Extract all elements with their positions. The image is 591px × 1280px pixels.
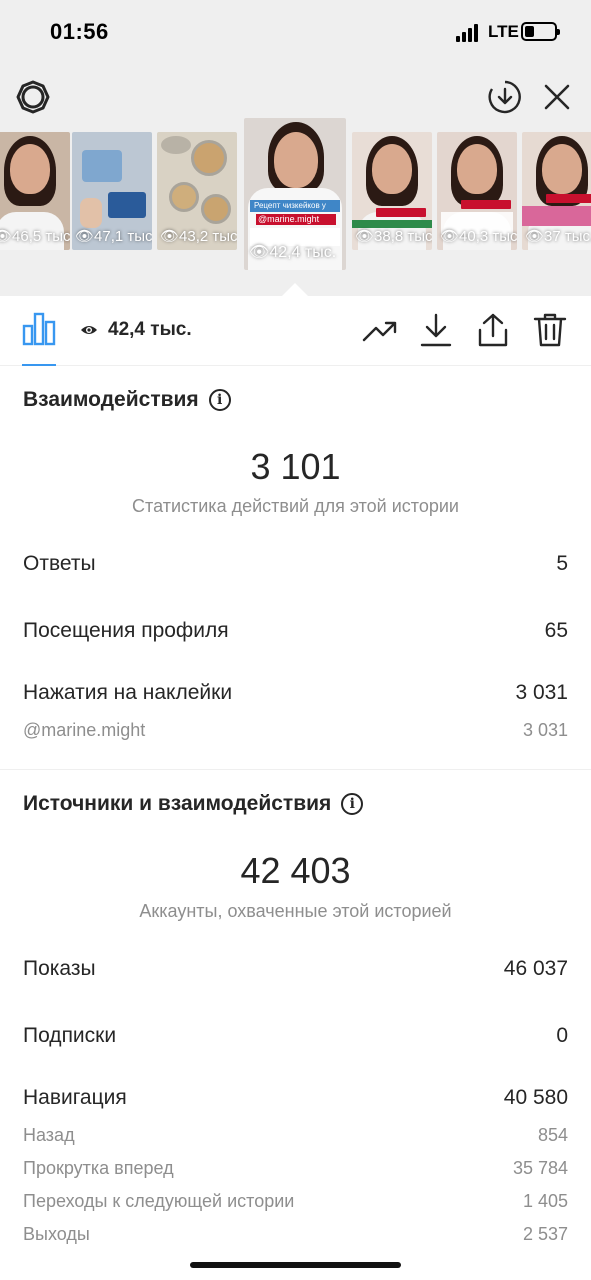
download-button[interactable] bbox=[418, 312, 454, 348]
trend-up-icon bbox=[362, 321, 397, 342]
story-thumbnail[interactable]: 👁46,5 тыс. bbox=[0, 132, 70, 250]
stat-row-sticker-taps: Нажатия на наклейки 3 031 bbox=[23, 681, 568, 705]
stat-label: @marine.might bbox=[23, 720, 146, 740]
thumbnail-views: 43,2 тыс. bbox=[179, 228, 237, 245]
stat-value: 40 580 bbox=[503, 1086, 568, 1109]
discovery-caption: Аккаунты, охваченные этой историей bbox=[139, 901, 452, 921]
story-thumbnail[interactable]: 👁37 тыс. bbox=[522, 132, 591, 250]
stat-label: Подписки bbox=[23, 1024, 117, 1047]
stat-row-impressions: Показы 46 037 bbox=[23, 957, 568, 981]
thumbnail-views: 40,3 тыс. bbox=[459, 228, 517, 245]
share-icon bbox=[478, 313, 508, 347]
signal-icon bbox=[456, 24, 482, 42]
stat-value: 3 031 bbox=[522, 720, 568, 740]
stat-value: 854 bbox=[537, 1125, 568, 1145]
download-circle-icon bbox=[488, 80, 521, 114]
stat-label: Посещения профиля bbox=[23, 619, 229, 642]
stat-row-follows: Подписки 0 bbox=[23, 1024, 568, 1048]
stat-row-replies: Ответы 5 bbox=[23, 552, 568, 576]
thumbnail-views: 38,8 тыс. bbox=[374, 228, 432, 245]
stat-label: Показы bbox=[23, 957, 96, 980]
bar-chart-icon bbox=[22, 312, 56, 346]
insights-tab[interactable] bbox=[22, 312, 56, 346]
thumbnail-views: 42,4 тыс. bbox=[269, 244, 337, 261]
active-story-pointer bbox=[282, 283, 308, 296]
info-icon[interactable]: i bbox=[208, 389, 231, 411]
stat-value: 1 405 bbox=[522, 1191, 568, 1211]
stat-label: Нажатия на наклейки bbox=[23, 681, 233, 704]
stat-label: Назад bbox=[23, 1125, 75, 1145]
eye-icon: 👁 bbox=[525, 228, 545, 245]
story-thumbnail[interactable]: 👁43,2 тыс. bbox=[157, 132, 237, 250]
eye-icon: 👁 bbox=[440, 228, 460, 245]
thumbnail-views: 46,5 тыс. bbox=[12, 228, 70, 245]
story-mention-tag: @marine.might bbox=[258, 214, 320, 224]
battery-icon bbox=[521, 22, 560, 41]
trash-icon bbox=[533, 313, 567, 347]
stat-label: Выходы bbox=[23, 1224, 90, 1244]
discovery-total: 42 403 bbox=[240, 850, 351, 891]
interactions-caption: Статистика действий для этой истории bbox=[132, 496, 459, 516]
delete-button[interactable] bbox=[532, 312, 568, 348]
section-divider bbox=[0, 769, 591, 770]
eye-icon: 👁 bbox=[355, 228, 375, 245]
discovery-header: Источники и взаимодействия i bbox=[23, 792, 364, 816]
stat-value: 35 784 bbox=[512, 1158, 568, 1178]
status-bar: 01:56 LTE bbox=[0, 0, 591, 66]
eye-icon: 👁 bbox=[249, 244, 270, 261]
stat-label: Прокрутка вперед bbox=[23, 1158, 174, 1178]
story-carousel-area: 01:56 LTE 👁46,5 тыс. 👁47,1 тыс. 👁43,2 ты… bbox=[0, 0, 591, 296]
share-button[interactable] bbox=[475, 312, 511, 348]
stat-row-navigation: Навигация 40 580 bbox=[23, 1086, 568, 1110]
stat-subrow-exits: Выходы 2 537 bbox=[23, 1224, 568, 1245]
stat-value: 65 bbox=[544, 619, 568, 642]
stat-value: 46 037 bbox=[503, 957, 568, 980]
stat-value: 5 bbox=[556, 552, 568, 575]
settings-button[interactable] bbox=[14, 78, 52, 116]
home-indicator[interactable] bbox=[190, 1262, 401, 1268]
stat-value: 0 bbox=[556, 1024, 568, 1047]
interactions-header: Взаимодействия i bbox=[23, 388, 231, 412]
interactions-total: 3 101 bbox=[250, 446, 341, 487]
story-thumbnails: 👁46,5 тыс. 👁47,1 тыс. 👁43,2 тыс. Рецепт … bbox=[0, 118, 591, 298]
stat-value: 3 031 bbox=[515, 681, 568, 704]
stat-subrow-back: Назад 854 bbox=[23, 1125, 568, 1146]
story-thumbnail[interactable]: 👁40,3 тыс. bbox=[437, 132, 517, 250]
active-tab-indicator bbox=[22, 364, 56, 366]
download-icon bbox=[420, 313, 452, 347]
gear-icon bbox=[16, 80, 50, 114]
promote-button[interactable] bbox=[362, 312, 398, 348]
close-icon bbox=[544, 84, 570, 110]
close-button[interactable] bbox=[538, 78, 576, 116]
eye-icon: 👁 bbox=[75, 228, 95, 245]
insights-toolbar: 42,4 тыс. bbox=[0, 296, 591, 366]
stat-subrow-mention: @marine.might 3 031 bbox=[23, 720, 568, 741]
eye-icon: 👁 bbox=[160, 228, 180, 245]
stat-subrow-next-story: Переходы к следующей истории 1 405 bbox=[23, 1191, 568, 1212]
interactions-title: Взаимодействия bbox=[23, 388, 199, 411]
stat-row-profile-visits: Посещения профиля 65 bbox=[23, 619, 568, 643]
status-time: 01:56 bbox=[50, 19, 109, 44]
stat-label: Навигация bbox=[23, 1086, 127, 1109]
views-total-value: 42,4 тыс. bbox=[108, 319, 192, 340]
save-story-button[interactable] bbox=[486, 78, 524, 116]
thumbnail-views: 37 тыс. bbox=[544, 228, 591, 245]
story-thumbnail-active[interactable]: Рецепт чизкейков у @marine.might 👁42,4 т… bbox=[244, 118, 346, 270]
views-total: 42,4 тыс. bbox=[80, 318, 192, 342]
info-icon[interactable]: i bbox=[341, 793, 364, 815]
eye-icon bbox=[81, 326, 97, 334]
stat-label: Ответы bbox=[23, 552, 96, 575]
stat-subrow-forward: Прокрутка вперед 35 784 bbox=[23, 1158, 568, 1179]
thumbnail-views: 47,1 тыс. bbox=[94, 228, 152, 245]
stat-value: 2 537 bbox=[522, 1224, 568, 1244]
discovery-title: Источники и взаимодействия bbox=[23, 792, 332, 815]
story-title-text: Рецепт чизкейков у bbox=[254, 201, 326, 210]
stat-label: Переходы к следующей истории bbox=[23, 1191, 295, 1211]
network-label: LTE bbox=[488, 22, 519, 41]
story-thumbnail[interactable]: 👁38,8 тыс. bbox=[352, 132, 432, 250]
eye-icon: 👁 bbox=[0, 228, 13, 245]
story-thumbnail[interactable]: 👁47,1 тыс. bbox=[72, 132, 152, 250]
